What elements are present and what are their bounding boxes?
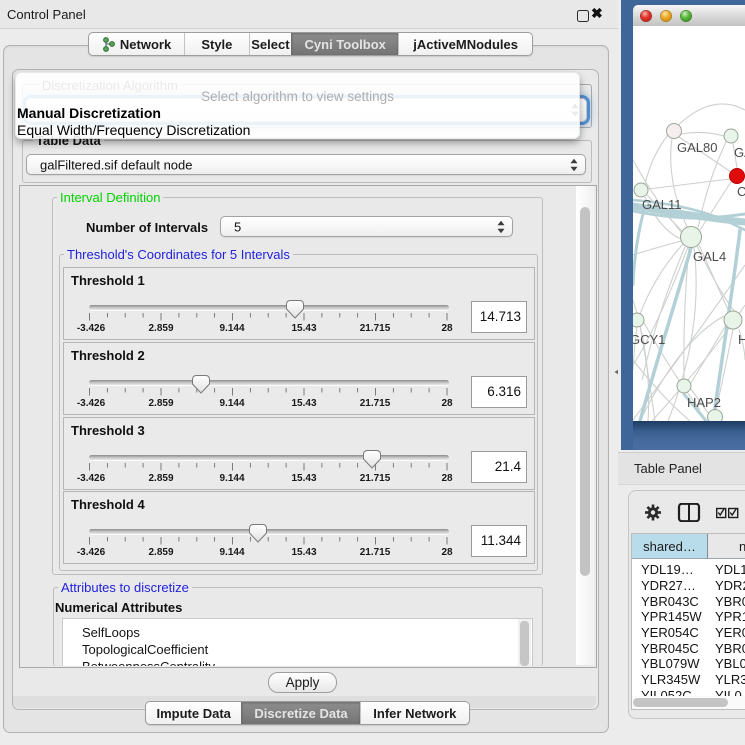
svg-text:GAL80: GAL80 (677, 140, 717, 155)
svg-text:GAL11: GAL11 (642, 197, 682, 212)
svg-text:HAP2: HAP2 (687, 395, 721, 410)
svg-text:HI: HI (738, 332, 745, 347)
svg-text:GAL4: GAL4 (693, 249, 726, 264)
svg-text:CY: CY (737, 184, 745, 199)
svg-text:GCY1: GCY1 (633, 332, 665, 347)
svg-text:GA: GA (734, 145, 745, 160)
